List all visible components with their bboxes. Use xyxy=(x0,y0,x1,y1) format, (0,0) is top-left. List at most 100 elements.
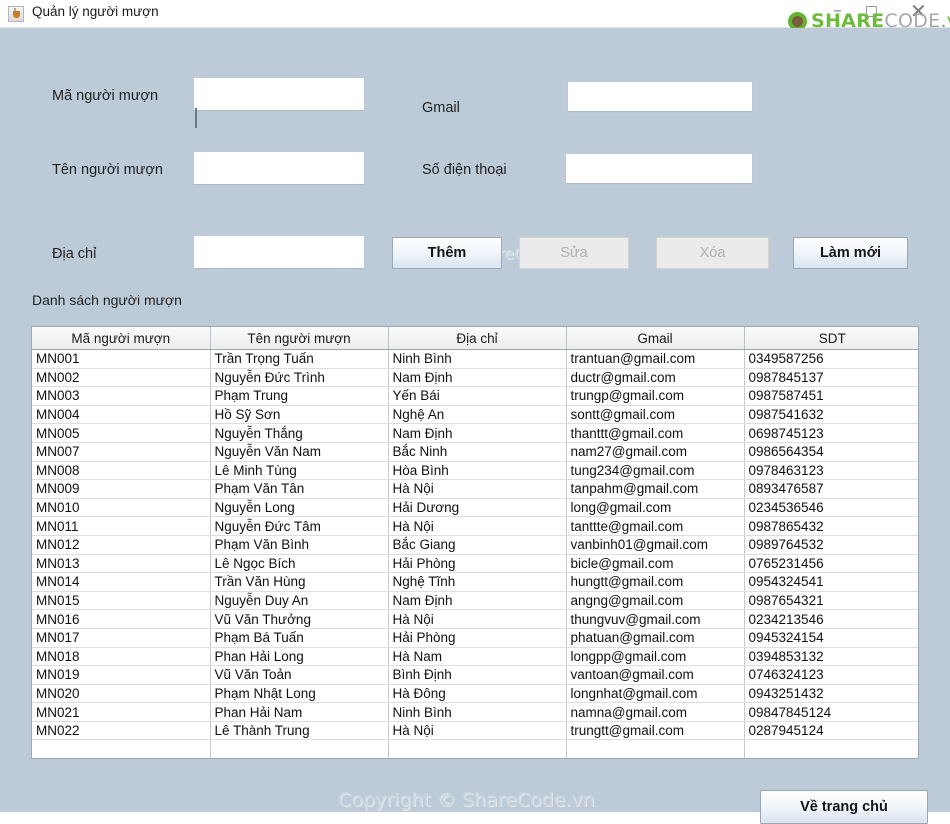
table-row[interactable]: MN021 Phan Hải Nam Ninh Bình namna@gmail.co… xyxy=(32,702,918,722)
table-row[interactable]: MN010 Nguyễn Long Hải Dương long@gmail.com 0… xyxy=(32,498,918,518)
table-cell-Gmail: long@gmail.com xyxy=(566,498,745,518)
table-cell-SDT: 0978463123 xyxy=(744,461,918,481)
table-cell-Tên người mượn: Phan Hải Nam xyxy=(210,702,389,722)
table-cell-Địa chỉ: Ninh Bình xyxy=(388,702,567,722)
table-cell-Gmail: namna@gmail.com xyxy=(566,702,745,722)
table-cell-Tên người mượn: Trần Văn Hùng xyxy=(210,572,389,592)
table-cell-Gmail: bicle@gmail.com xyxy=(566,554,745,574)
label-gmail: Gmail xyxy=(422,100,460,116)
table-cell-Gmail: hungtt@gmail.com xyxy=(566,572,745,592)
table-cell-Địa chỉ: Hòa Bình xyxy=(388,461,567,481)
minimize-button[interactable]: – xyxy=(833,2,842,20)
table-cell-Địa chỉ: Yến Bái xyxy=(388,386,567,406)
table-row[interactable]: MN011 Nguyễn Đức Tâm Hà Nội tanttte@gmail.c… xyxy=(32,516,918,536)
table-cell-Địa chỉ: Bắc Giang xyxy=(388,535,567,555)
table-cell-Tên người mượn: Phạm Trung xyxy=(210,386,389,406)
table-row[interactable]: MN014 Trần Văn Hùng Nghệ Tĩnh hungtt@gmail.… xyxy=(32,572,918,592)
label-address: Địa chỉ xyxy=(52,246,97,262)
table-cell-SDT: 0394853132 xyxy=(744,647,918,667)
table-filler-row xyxy=(32,739,918,758)
table-row[interactable]: MN008 Lê Minh Tùng Hòa Bình tung234@gmail.c… xyxy=(32,461,918,481)
table-cell-SDT: 0234536546 xyxy=(744,498,918,518)
table-header-row: Mã người mượn Tên người mượn Địa chỉ Gma… xyxy=(32,327,918,350)
table-cell-Tên người mượn: Vũ Văn Toản xyxy=(210,665,389,685)
window-title: Quản lý người mượn xyxy=(32,4,159,19)
table-cell-Tên người mượn: Phạm Nhật Long xyxy=(210,684,389,704)
table-cell-Gmail: tanttte@gmail.com xyxy=(566,516,745,536)
table-cell-SDT: 0987845137 xyxy=(744,368,918,388)
table-cell-SDT: 0986564354 xyxy=(744,442,918,462)
table-row[interactable]: MN020 Phạm Nhật Long Hà Đông longnhat@gmail… xyxy=(32,684,918,704)
home-button[interactable]: Về trang chủ xyxy=(760,790,928,824)
main-panel: Mã người mượn Tên người mượn Địa chỉ Gma… xyxy=(0,28,950,824)
table-row[interactable]: MN004 Hồ Sỹ Sơn Nghệ An sontt@gmail.com 0987… xyxy=(32,405,918,425)
maximize-button[interactable] xyxy=(866,6,877,17)
table-cell-Mã người mượn: MN011 xyxy=(32,516,211,536)
table-row[interactable]: MN013 Lê Ngọc Bích Hải Phòng bicle@gmail.co… xyxy=(32,554,918,574)
table-cell-SDT: 0987541632 xyxy=(744,405,918,425)
column-header-sdt[interactable]: SDT xyxy=(744,327,918,350)
table-cell-Địa chỉ: Bình Định xyxy=(388,665,567,685)
table-row[interactable]: MN002 Nguyễn Đức Trình Nam Định ductr@gmail… xyxy=(32,368,918,388)
table-cell-Tên người mượn: Phan Hải Long xyxy=(210,647,389,667)
refresh-button[interactable]: Làm mới xyxy=(793,237,908,269)
table-cell-SDT: 0349587256 xyxy=(744,349,918,369)
table-cell-Tên người mượn: Nguyễn Duy An xyxy=(210,591,389,611)
add-button[interactable]: Thêm xyxy=(392,237,502,269)
table-cell-Tên người mượn: Phạm Văn Tân xyxy=(210,479,389,499)
table-cell-Địa chỉ: Hà Đông xyxy=(388,684,567,704)
gmail-input[interactable] xyxy=(568,82,752,111)
table-cell-SDT: 0234213546 xyxy=(744,609,918,629)
label-borrower-id: Mã người mượn xyxy=(52,88,159,104)
table-row[interactable]: MN022 Lê Thành Trung Hà Nội trungtt@gmail.c… xyxy=(32,721,918,741)
table-cell-Tên người mượn: Nguyễn Đức Tâm xyxy=(210,516,389,536)
text-caret xyxy=(195,108,197,128)
address-input[interactable] xyxy=(194,236,364,268)
borrower-id-input[interactable] xyxy=(194,78,364,110)
table-cell-Gmail: phatuan@gmail.com xyxy=(566,628,745,648)
table-cell-Mã người mượn: MN005 xyxy=(32,423,211,443)
column-header-gmail[interactable]: Gmail xyxy=(566,327,745,350)
table-cell-Địa chỉ: Hải Dương xyxy=(388,498,567,518)
column-header-borrower-name[interactable]: Tên người mượn xyxy=(210,327,389,350)
column-header-borrower-id[interactable]: Mã người mượn xyxy=(32,327,211,350)
borrower-name-input[interactable] xyxy=(194,152,364,184)
table-cell-Địa chỉ: Bắc Ninh xyxy=(388,442,567,462)
table-cell-Mã người mượn: MN002 xyxy=(32,368,211,388)
table-cell-Địa chỉ: Hải Phòng xyxy=(388,554,567,574)
borrowers-table-container[interactable]: Mã người mượn Tên người mượn Địa chỉ Gma… xyxy=(31,326,919,759)
table-cell-Tên người mượn: Nguyễn Văn Nam xyxy=(210,442,389,462)
edit-button[interactable]: Sửa xyxy=(519,237,629,269)
table-cell-Địa chỉ: Hà Nội xyxy=(388,516,567,536)
table-row[interactable]: MN003 Phạm Trung Yến Bái trungp@gmail.com 09… xyxy=(32,386,918,406)
table-cell-Mã người mượn: MN015 xyxy=(32,591,211,611)
table-row[interactable]: MN001 Trần Trọng Tuấn Ninh Bình trantuan@gm… xyxy=(32,349,918,369)
table-cell-Địa chỉ: Hà Nội xyxy=(388,479,567,499)
table-cell-Gmail: longpp@gmail.com xyxy=(566,647,745,667)
table-cell-Gmail: nam27@gmail.com xyxy=(566,442,745,462)
table-cell-Địa chỉ: Nam Định xyxy=(388,591,567,611)
column-header-address[interactable]: Địa chỉ xyxy=(388,327,567,350)
table-cell-SDT: 0987587451 xyxy=(744,386,918,406)
close-button[interactable]: ✕ xyxy=(910,1,927,21)
table-row[interactable]: MN016 Vũ Văn Thưởng Hà Nội thungvuv@gmail.c… xyxy=(32,609,918,629)
table-row[interactable]: MN012 Phạm Văn Bình Bắc Giang vanbinh01@gma… xyxy=(32,535,918,555)
table-cell-Mã người mượn: MN001 xyxy=(32,349,211,369)
table-cell-Gmail: angng@gmail.com xyxy=(566,591,745,611)
table-cell-Địa chỉ: Hà Nội xyxy=(388,609,567,629)
table-cell-Gmail: thungvuv@gmail.com xyxy=(566,609,745,629)
table-row[interactable]: MN019 Vũ Văn Toản Bình Định vantoan@gmail.c… xyxy=(32,665,918,685)
table-row[interactable]: MN017 Phạm Bá Tuấn Hải Phòng phatuan@gmail.… xyxy=(32,628,918,648)
table-row[interactable]: MN005 Nguyễn Thắng Nam Định thanttt@gmail.c… xyxy=(32,423,918,443)
table-cell-Gmail: ductr@gmail.com xyxy=(566,368,745,388)
table-row[interactable]: MN009 Phạm Văn Tân Hà Nội tanpahm@gmail.com… xyxy=(32,479,918,499)
table-row[interactable]: MN018 Phan Hải Long Hà Nam longpp@gmail.com… xyxy=(32,647,918,667)
table-cell-Gmail: trungp@gmail.com xyxy=(566,386,745,406)
table-row[interactable]: MN007 Nguyễn Văn Nam Bắc Ninh nam27@gmail.c… xyxy=(32,442,918,462)
borrowers-table: Mã người mượn Tên người mượn Địa chỉ Gma… xyxy=(32,327,918,758)
table-row[interactable]: MN015 Nguyễn Duy An Nam Định angng@gmail.co… xyxy=(32,591,918,611)
phone-input[interactable] xyxy=(566,154,752,183)
table-cell-Địa chỉ: Ninh Bình xyxy=(388,349,567,369)
delete-button[interactable]: Xóa xyxy=(656,237,769,269)
window-titlebar: Quản lý người mượn xyxy=(0,0,950,28)
